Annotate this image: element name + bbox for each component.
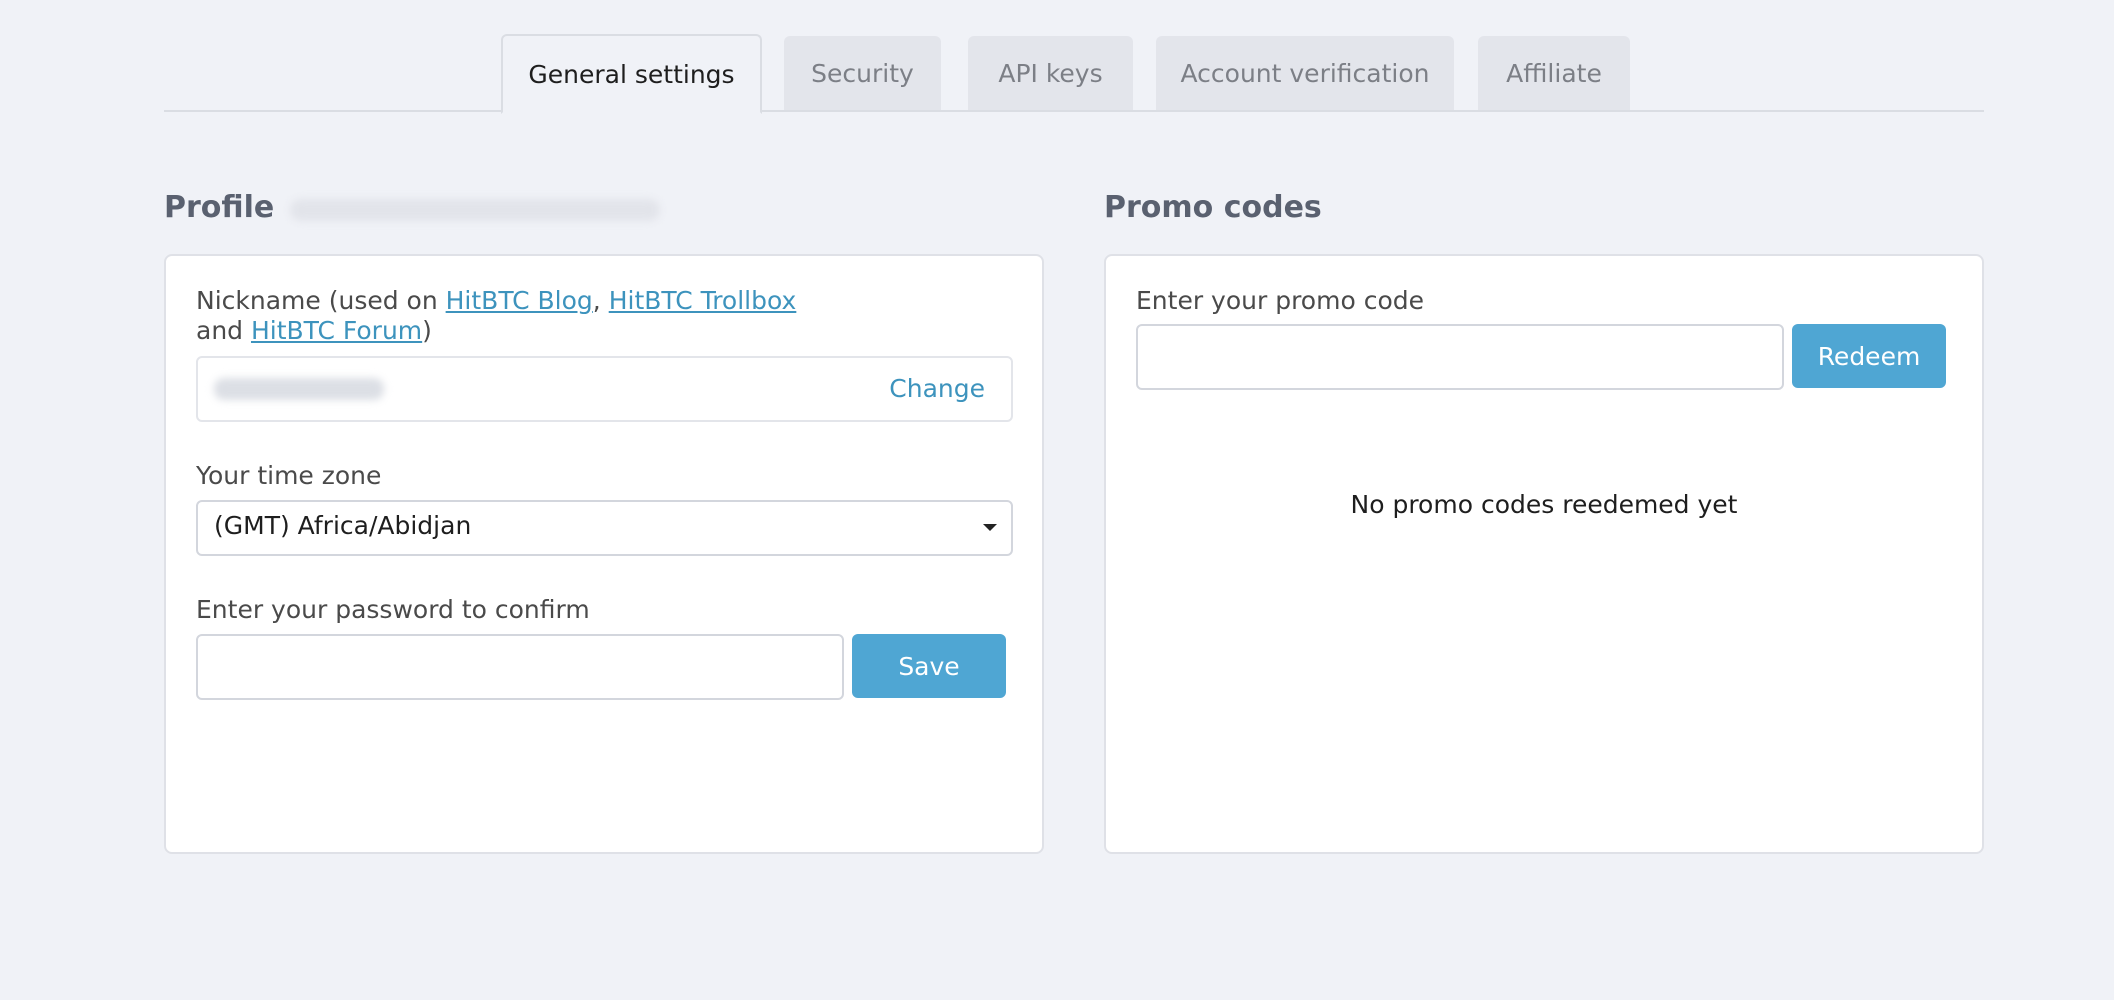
nickname-label-comma: ,	[592, 286, 609, 315]
nickname-label-and: and	[196, 316, 251, 345]
account-email-blurred	[290, 199, 660, 221]
save-button[interactable]: Save	[852, 634, 1006, 698]
tab-security[interactable]: Security	[784, 36, 941, 110]
nickname-value-blurred	[214, 378, 384, 400]
tab-affiliate[interactable]: Affiliate	[1478, 36, 1630, 110]
redeem-button[interactable]: Redeem	[1792, 324, 1946, 388]
tab-general-settings[interactable]: General settings	[501, 34, 762, 114]
promo-code-input[interactable]	[1136, 324, 1784, 390]
timezone-selected-value: (GMT) Africa/Abidjan	[214, 511, 472, 540]
password-input[interactable]	[196, 634, 844, 700]
hitbtc-trollbox-link[interactable]: HitBTC Trollbox	[609, 286, 797, 315]
no-promo-codes-message: No promo codes reedemed yet	[1350, 490, 1738, 519]
timezone-select[interactable]: (GMT) Africa/Abidjan	[196, 500, 1013, 556]
profile-heading: Profile	[164, 190, 275, 225]
promo-input-label: Enter your promo code	[1136, 286, 1424, 315]
timezone-label: Your time zone	[196, 461, 382, 490]
hitbtc-forum-link[interactable]: HitBTC Forum	[251, 316, 422, 345]
change-nickname-link[interactable]: Change	[889, 374, 985, 403]
settings-page: General settings Security API keys Accou…	[0, 0, 2114, 1000]
chevron-down-icon	[983, 524, 997, 531]
nickname-label-close: )	[422, 316, 432, 345]
settings-tabs: General settings Security API keys Accou…	[164, 34, 1984, 114]
tab-account-verification[interactable]: Account verification	[1156, 36, 1454, 110]
promo-codes-panel: Enter your promo code Redeem No promo co…	[1104, 254, 1984, 854]
nickname-label: Nickname (used on HitBTC Blog, HitBTC Tr…	[196, 286, 796, 346]
profile-panel: Nickname (used on HitBTC Blog, HitBTC Tr…	[164, 254, 1044, 854]
promo-codes-heading: Promo codes	[1104, 190, 1322, 225]
tab-api-keys[interactable]: API keys	[968, 36, 1133, 110]
nickname-label-prefix: Nickname (used on	[196, 286, 446, 315]
password-label: Enter your password to confirm	[196, 595, 590, 624]
nickname-field: Change	[196, 356, 1013, 422]
hitbtc-blog-link[interactable]: HitBTC Blog	[446, 286, 593, 315]
